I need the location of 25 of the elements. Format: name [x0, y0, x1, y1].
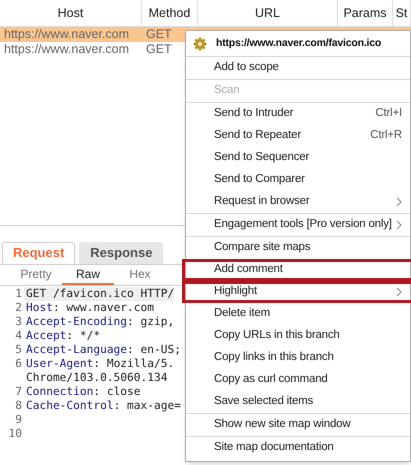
line-number: 9 [15, 413, 22, 426]
code-line: Cache-Control: max-age= [25, 399, 181, 413]
host-cell-text: https://www.naver.com [3, 26, 130, 44]
line-number: 6 [15, 357, 22, 370]
host-cell-text: https://www.naver.com [3, 41, 130, 58]
code-line: Accept-Encoding: gzip, [25, 315, 174, 329]
code-line: Connection: close [25, 385, 141, 399]
code-line: Chrome/103.0.5060.134 [25, 371, 168, 385]
line-number: 2 [15, 301, 22, 314]
code-line: User-Agent: Mozilla/5. [25, 357, 174, 371]
line-number: 7 [15, 385, 22, 398]
code-line: Host: www.naver.com [25, 301, 154, 315]
method-cell-text: GET [145, 26, 173, 44]
line-number: 4 [15, 329, 22, 342]
line-number: 1 [15, 287, 22, 300]
line-number: 3 [15, 315, 22, 328]
menu-title: https://www.naver.com/favicon.ico [216, 36, 382, 51]
shortcut-label: Ctrl+I [375, 106, 402, 122]
code-line: Accept: */* [25, 329, 100, 343]
method-cell-text: GET [145, 41, 173, 58]
line-number: 8 [15, 399, 22, 412]
shortcut-label: Ctrl+R [370, 128, 402, 144]
line-number: 10 [8, 427, 22, 440]
line-number: 5 [15, 343, 22, 356]
code-line: Accept-Language: en-US; [25, 343, 181, 357]
